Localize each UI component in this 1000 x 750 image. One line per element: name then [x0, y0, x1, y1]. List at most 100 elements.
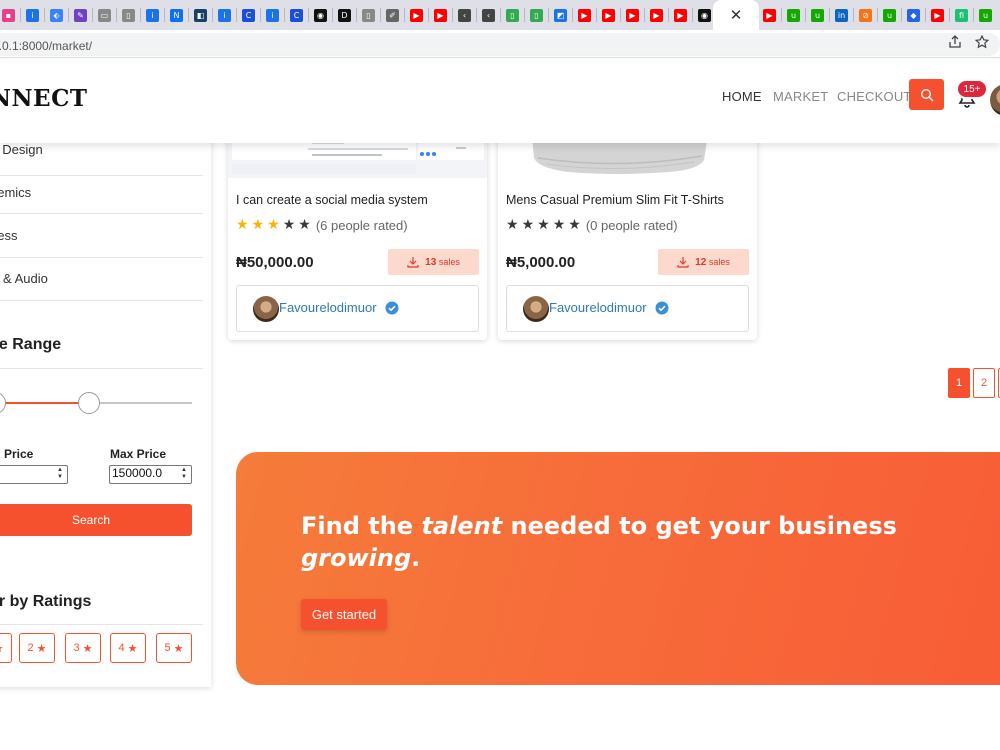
url-field[interactable]: 0.0.1:8000/market/: [0, 33, 1000, 56]
pen-icon[interactable]: ✐: [386, 8, 399, 22]
rating-filter-1[interactable]: 1★: [0, 633, 12, 663]
product-card[interactable]: I can create a social media system ★ ★ ★…: [228, 130, 487, 340]
product-rating: ★ ★ ★ ★ ★ (6 people rated): [236, 217, 408, 233]
youtube-icon[interactable]: ▶: [650, 8, 663, 22]
pinned-tabs-right: ▶ u u in ⊘ u ◆ ▶ fi u: [761, 8, 992, 22]
tab-separator: [620, 8, 621, 22]
info-icon[interactable]: i: [26, 8, 39, 22]
youtube-icon[interactable]: ▶: [410, 8, 423, 22]
verified-icon: [385, 301, 399, 315]
category-item[interactable]: & Design: [0, 142, 203, 176]
rating-filter-4[interactable]: 4 ★: [110, 633, 146, 663]
github-icon[interactable]: ◉: [698, 8, 711, 22]
stepper-icon[interactable]: ▲ ▼: [54, 467, 66, 482]
doc-icon[interactable]: ▯: [530, 8, 543, 22]
star-icon: ★: [251, 217, 265, 233]
page-button-1[interactable]: 1: [948, 368, 970, 398]
youtube-icon[interactable]: ▶: [931, 8, 944, 22]
star-icon: ★: [82, 642, 93, 655]
category-label: & Design: [0, 142, 43, 157]
stepper-icon[interactable]: ▲ ▼: [178, 467, 190, 482]
d-icon[interactable]: ◧: [194, 8, 207, 22]
d-icon[interactable]: D: [338, 8, 351, 22]
edit-icon[interactable]: ✎: [74, 8, 87, 22]
share-icon[interactable]: [948, 35, 962, 53]
product-title[interactable]: I can create a social media system: [236, 193, 428, 207]
youtube-icon[interactable]: ▶: [674, 8, 687, 22]
doc-icon[interactable]: ▭: [98, 8, 111, 22]
product-card[interactable]: Mens Casual Premium Slim Fit T-Shirts ★ …: [498, 130, 757, 340]
star-icon: ★: [0, 642, 4, 655]
c-icon[interactable]: C: [242, 8, 255, 22]
seller-box[interactable]: Favourelodimuor: [236, 285, 479, 332]
youtube-icon[interactable]: ▶: [763, 8, 776, 22]
doc-icon[interactable]: ▯: [122, 8, 135, 22]
seller-name[interactable]: Favourelodimuor: [549, 300, 647, 315]
nav-checkout-link[interactable]: CHECKOUT: [837, 89, 912, 104]
nav-market-link[interactable]: MARKET: [773, 89, 828, 104]
fiverr-icon[interactable]: fi: [955, 8, 968, 22]
tab-separator: [452, 8, 453, 22]
rating-filter-3[interactable]: 3 ★: [65, 633, 101, 663]
nav-search-button[interactable]: [909, 79, 944, 110]
tab-separator: [596, 8, 597, 22]
puzzle-icon[interactable]: ⬖: [50, 8, 63, 22]
doc-icon[interactable]: ▯: [506, 8, 519, 22]
max-price-input[interactable]: 150000.0 ▲ ▼: [109, 465, 192, 484]
seller-name[interactable]: Favourelodimuor: [279, 300, 377, 315]
arrow-icon[interactable]: ‹: [458, 8, 471, 22]
close-tab-icon[interactable]: ✕: [730, 6, 743, 24]
min-price-label: in Price: [0, 447, 34, 461]
n-icon[interactable]: N: [170, 8, 183, 22]
youtube-icon[interactable]: ▶: [434, 8, 447, 22]
rating-filter-2[interactable]: 2 ★: [19, 633, 55, 663]
info-icon[interactable]: i: [146, 8, 159, 22]
notification-badge: 15+: [956, 79, 988, 99]
upwork-icon[interactable]: u: [883, 8, 896, 22]
user-avatar[interactable]: [990, 84, 1000, 116]
rating-count: (6 people rated): [315, 217, 408, 233]
info-icon[interactable]: i: [266, 8, 279, 22]
divider: [0, 624, 203, 625]
doc-icon[interactable]: ▯: [362, 8, 375, 22]
nav-home-link[interactable]: HOME: [722, 89, 762, 104]
min-price-input[interactable]: 0 ▲▼: [0, 465, 68, 484]
tab-separator: [20, 8, 21, 22]
download-icon: [407, 257, 419, 268]
d-icon[interactable]: ◆: [907, 8, 920, 22]
brand-logo[interactable]: NNECT: [0, 85, 88, 112]
tab-separator: [332, 8, 333, 22]
category-item[interactable]: demics: [0, 184, 203, 214]
seller-box[interactable]: Favourelodimuor: [506, 285, 749, 332]
flag-icon[interactable]: ◩: [554, 8, 567, 22]
info-icon[interactable]: i: [218, 8, 231, 22]
bookmark-star-icon[interactable]: [974, 34, 990, 53]
price-search-button[interactable]: Search: [0, 504, 192, 536]
max-price-handle[interactable]: [78, 392, 100, 414]
category-item[interactable]: ness: [0, 228, 203, 258]
upwork-icon[interactable]: u: [811, 8, 824, 22]
youtube-icon[interactable]: ▶: [626, 8, 639, 22]
product-price: ₦5,000.00: [506, 254, 576, 271]
min-price-handle[interactable]: [0, 392, 6, 414]
download-icon: [677, 257, 689, 268]
youtube-icon[interactable]: ▶: [602, 8, 615, 22]
globe-icon[interactable]: ◉: [314, 8, 327, 22]
banner-title: Find the talent needed to get your busin…: [301, 512, 897, 572]
upwork-icon[interactable]: u: [787, 8, 800, 22]
category-item[interactable]: ic & Audio: [0, 271, 203, 301]
slash-icon[interactable]: ⊘: [859, 8, 872, 22]
product-title[interactable]: Mens Casual Premium Slim Fit T-Shirts: [506, 193, 724, 207]
arrow-icon[interactable]: ‹: [482, 8, 495, 22]
get-started-button[interactable]: Get started: [301, 599, 387, 630]
rating-filter-5[interactable]: 5 ★: [156, 633, 192, 663]
app-icon[interactable]: ▪: [2, 8, 15, 22]
page-button-2[interactable]: 2: [973, 368, 995, 398]
c-icon[interactable]: C: [290, 8, 303, 22]
youtube-icon[interactable]: ▶: [578, 8, 591, 22]
price-slider-range: [0, 402, 80, 404]
upwork-icon[interactable]: u: [979, 8, 992, 22]
active-tab[interactable]: ✕: [713, 0, 759, 30]
pinned-tabs: ▪ i ⬖ ✎ ▭ ▯ i N ◧ i Ci C ◉ D ▯ ✐ ▶ ▶ ‹ ‹ ▯ ▯ ◩ ▶ ▶ ▶ ▶ ▶ ◉: [0, 8, 711, 22]
linkedin-icon[interactable]: in: [835, 8, 848, 22]
